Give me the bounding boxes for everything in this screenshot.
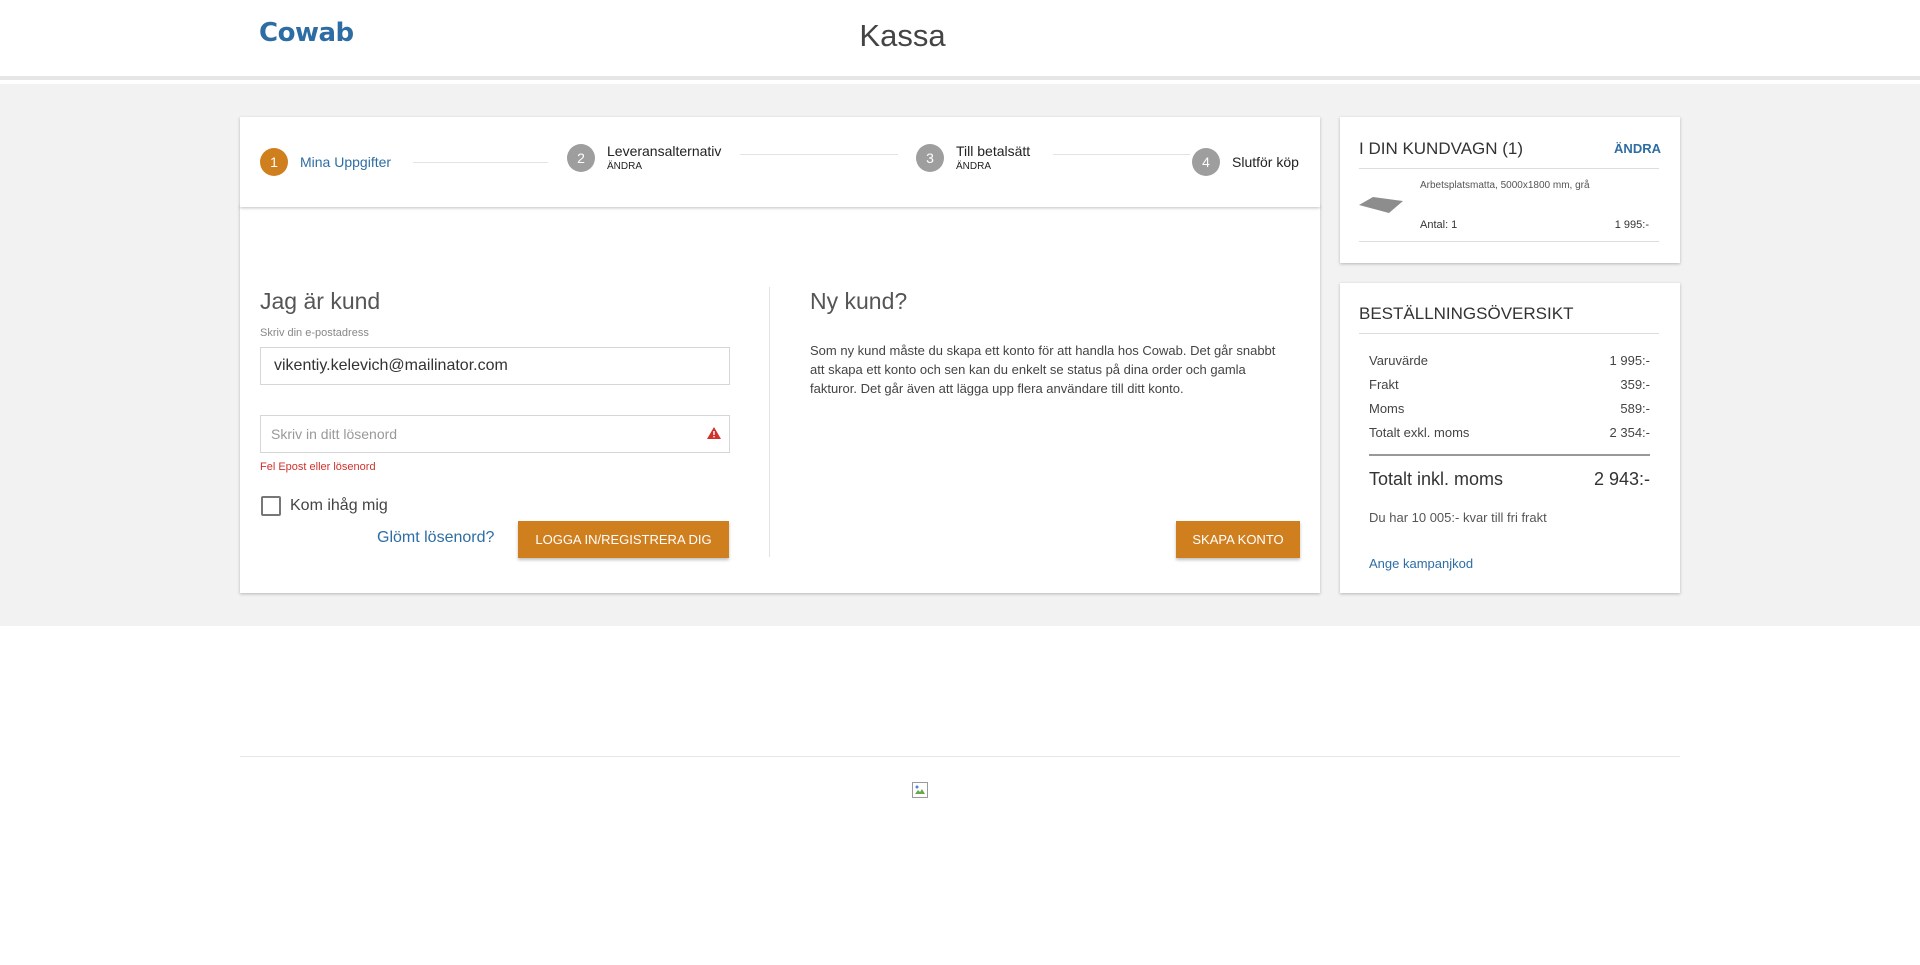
summary-row-label: Varuvärde (1369, 353, 1429, 368)
step-label: Leveransalternativ (607, 143, 722, 159)
summary-row-label: Totalt exkl. moms (1369, 425, 1470, 440)
step-label: Mina Uppgifter (300, 154, 392, 170)
step-till-betalsatt[interactable]: 3 Till betalsätt ÄNDRA (916, 143, 1030, 172)
cart-title: I DIN KUNDVAGN (1) (1359, 139, 1524, 158)
cart-item-quantity: Antal: 1 (1420, 219, 1458, 231)
cart-divider (1359, 168, 1659, 169)
remember-label[interactable]: Kom ihåg mig (290, 497, 388, 515)
forgot-password-link[interactable]: Glömt lösenord? (377, 529, 494, 547)
order-summary-card: BESTÄLLNINGSÖVERSIKT Varuvärde 1 995:- F… (1340, 283, 1680, 593)
footer-divider (240, 756, 1680, 757)
step-number: 2 (567, 143, 595, 172)
checkout-steps: 1 Mina Uppgifter 2 Leveransalternativ ÄN… (240, 117, 1320, 207)
step-number: 3 (916, 143, 944, 172)
email-label: Skriv din e-postadress (260, 327, 369, 339)
password-field[interactable]: Skriv in ditt lösenord (260, 415, 730, 453)
cart-change-link[interactable]: ÄNDRA (1614, 141, 1661, 156)
summary-total-divider (1369, 454, 1650, 456)
summary-divider (1359, 333, 1659, 334)
cart-card: I DIN KUNDVAGN (1) ÄNDRA Arbetsplatsmatt… (1340, 117, 1680, 263)
summary-total-row: Totalt inkl. moms 2 943:- (1369, 469, 1650, 490)
broken-image-icon (912, 782, 928, 798)
new-customer-heading: Ny kund? (810, 288, 908, 314)
column-divider (769, 287, 770, 557)
step-change-link[interactable]: ÄNDRA (956, 161, 1030, 172)
summary-row: Frakt 359:- (1369, 377, 1650, 392)
summary-row-value: 359:- (1620, 377, 1650, 392)
step-connector (413, 162, 548, 163)
login-card: Jag är kund Skriv din e-postadress viken… (240, 205, 1320, 593)
cart-divider (1359, 241, 1659, 242)
summary-row: Moms 589:- (1369, 401, 1650, 416)
step-change-link[interactable]: ÄNDRA (607, 161, 721, 172)
warning-triangle-icon (707, 427, 721, 439)
summary-row-label: Frakt (1369, 377, 1399, 392)
product-thumbnail[interactable] (1359, 197, 1403, 213)
step-number: 1 (260, 148, 288, 176)
campaign-code-link[interactable]: Ange kampanjkod (1369, 556, 1473, 571)
step-slutfor-kop[interactable]: 4 Slutför köp (1192, 148, 1299, 176)
total-label: Totalt inkl. moms (1369, 469, 1504, 489)
remember-checkbox[interactable] (261, 496, 281, 516)
step-mina-uppgifter[interactable]: 1 Mina Uppgifter (260, 148, 391, 176)
total-value: 2 943:- (1593, 469, 1650, 489)
login-heading: Jag är kund (260, 288, 381, 314)
create-account-button[interactable]: SKAPA KONTO (1176, 521, 1300, 558)
page-title: Kassa (859, 18, 946, 53)
summary-row-value: 2 354:- (1609, 425, 1650, 440)
summary-row: Totalt exkl. moms 2 354:- (1369, 425, 1650, 440)
password-placeholder: Skriv in ditt lösenord (271, 426, 398, 442)
login-error-message: Fel Epost eller lösenord (260, 461, 376, 473)
summary-row-label: Moms (1369, 401, 1405, 416)
cart-item-price: 1 995:- (1614, 219, 1649, 231)
step-connector (740, 154, 898, 155)
site-header: Cowab Kassa (0, 0, 1920, 80)
step-label: Slutför köp (1232, 154, 1299, 170)
free-shipping-note: Du har 10 005:- kvar till fri frakt (1369, 510, 1547, 525)
summary-row: Varuvärde 1 995:- (1369, 353, 1650, 368)
summary-row-value: 589:- (1620, 401, 1650, 416)
step-number: 4 (1192, 148, 1220, 176)
summary-title: BESTÄLLNINGSÖVERSIKT (1359, 304, 1574, 323)
step-connector (1053, 154, 1190, 155)
remember-me[interactable]: Kom ihåg mig (261, 496, 388, 516)
summary-row-value: 1 995:- (1609, 353, 1650, 368)
step-label: Till betalsätt (956, 143, 1031, 159)
login-register-button[interactable]: LOGGA IN/REGISTRERA DIG (518, 521, 729, 558)
cart-item-name[interactable]: Arbetsplatsmatta, 5000x1800 mm, grå (1420, 180, 1590, 191)
email-field[interactable]: vikentiy.kelevich@mailinator.com (260, 347, 730, 385)
step-leveransalternativ[interactable]: 2 Leveransalternativ ÄNDRA (567, 143, 721, 172)
new-customer-text: Som ny kund måste du skapa ett konto för… (810, 343, 1276, 396)
